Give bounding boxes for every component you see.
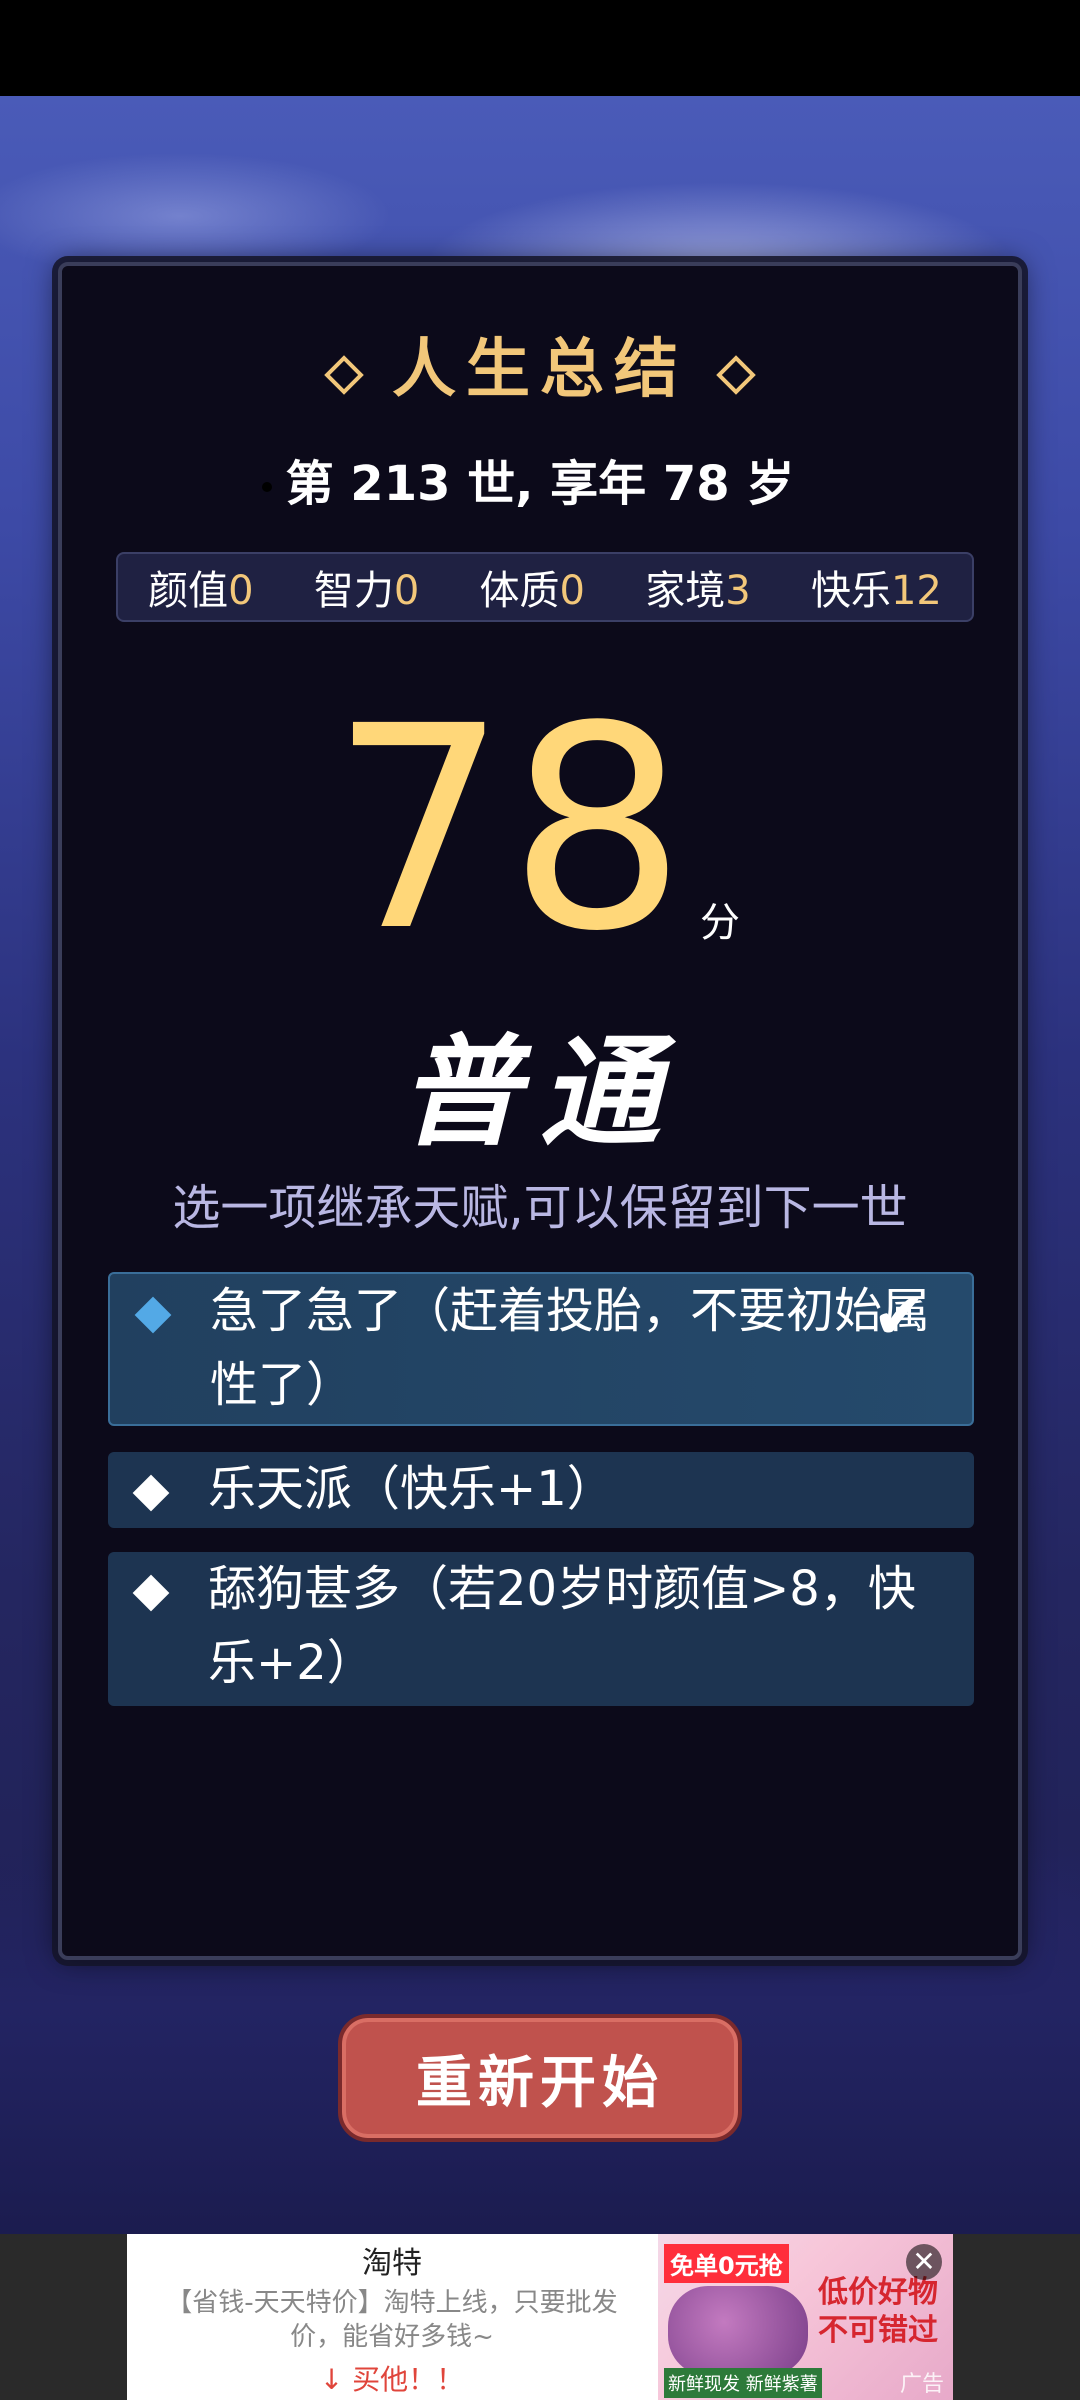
summary-title: 人生总结 <box>0 318 1080 410</box>
life-line: 第 213 世, 享年 78 岁 <box>285 456 795 512</box>
talent-option[interactable]: 舔狗甚多（若20岁时颜值>8，快乐+2） <box>108 1552 974 1706</box>
talent-option-label: 急了急了（赶着投胎，不要初始属性了） <box>210 1283 931 1413</box>
diamond-ornament-icon <box>324 354 364 395</box>
ad-label: 广告 <box>900 2372 945 2397</box>
diamond-bullet-icon <box>132 1474 170 1512</box>
ad-badge: 免单0元抢 <box>664 2244 789 2283</box>
close-icon[interactable]: ✕ <box>906 2244 942 2280</box>
attribute-family: 家境3 <box>645 568 751 614</box>
attribute-constitution: 体质0 <box>479 568 585 614</box>
score-unit: 分 <box>700 900 740 946</box>
ad-banner[interactable]: 淘特 【省钱-天天特价】淘特上线，只要批发价，能省好多钱~ ↓ 买他！！ 免单0… <box>127 2234 953 2400</box>
attribute-bar: 颜值0 智力0 体质0 家境3 快乐12 <box>116 552 974 622</box>
ad-bottom-text: 新鲜现发 新鲜紫薯 <box>664 2368 822 2398</box>
ad-cta-link[interactable]: ↓ 买他！！ <box>127 2358 657 2398</box>
talent-option-selected[interactable]: 急了急了（赶着投胎，不要初始属性了） ✔ <box>108 1272 974 1426</box>
score-value: 78 <box>330 667 687 993</box>
inherit-prompt: 选一项继承天赋,可以保留到下一世 <box>172 1180 908 1236</box>
sweet-potato-image <box>668 2286 808 2376</box>
ad-description: 【省钱-天天特价】淘特上线，只要批发价，能省好多钱~ <box>166 2288 618 2352</box>
restart-button[interactable]: 重新开始 <box>338 2014 742 2142</box>
score-grade: 普通 <box>400 1022 680 1163</box>
checkmark-icon: ✔ <box>872 1280 926 1354</box>
status-bar <box>0 0 1080 96</box>
attribute-intelligence: 智力0 <box>313 568 420 614</box>
ad-title: 淘特 <box>362 2246 422 2281</box>
talent-option-label: 乐天派（快乐+1） <box>208 1461 615 1517</box>
attribute-appearance: 颜值0 <box>148 568 254 614</box>
diamond-bullet-icon <box>134 1296 172 1334</box>
attribute-happiness: 快乐12 <box>810 568 942 614</box>
talent-option[interactable]: 乐天派（快乐+1） <box>108 1452 974 1528</box>
ad-slogan: 低价好物不可错过 <box>818 2275 938 2348</box>
diamond-bullet-icon <box>132 1574 170 1612</box>
diamond-ornament-icon <box>716 354 756 395</box>
talent-option-label: 舔狗甚多（若20岁时颜值>8，快乐+2） <box>208 1561 916 1691</box>
